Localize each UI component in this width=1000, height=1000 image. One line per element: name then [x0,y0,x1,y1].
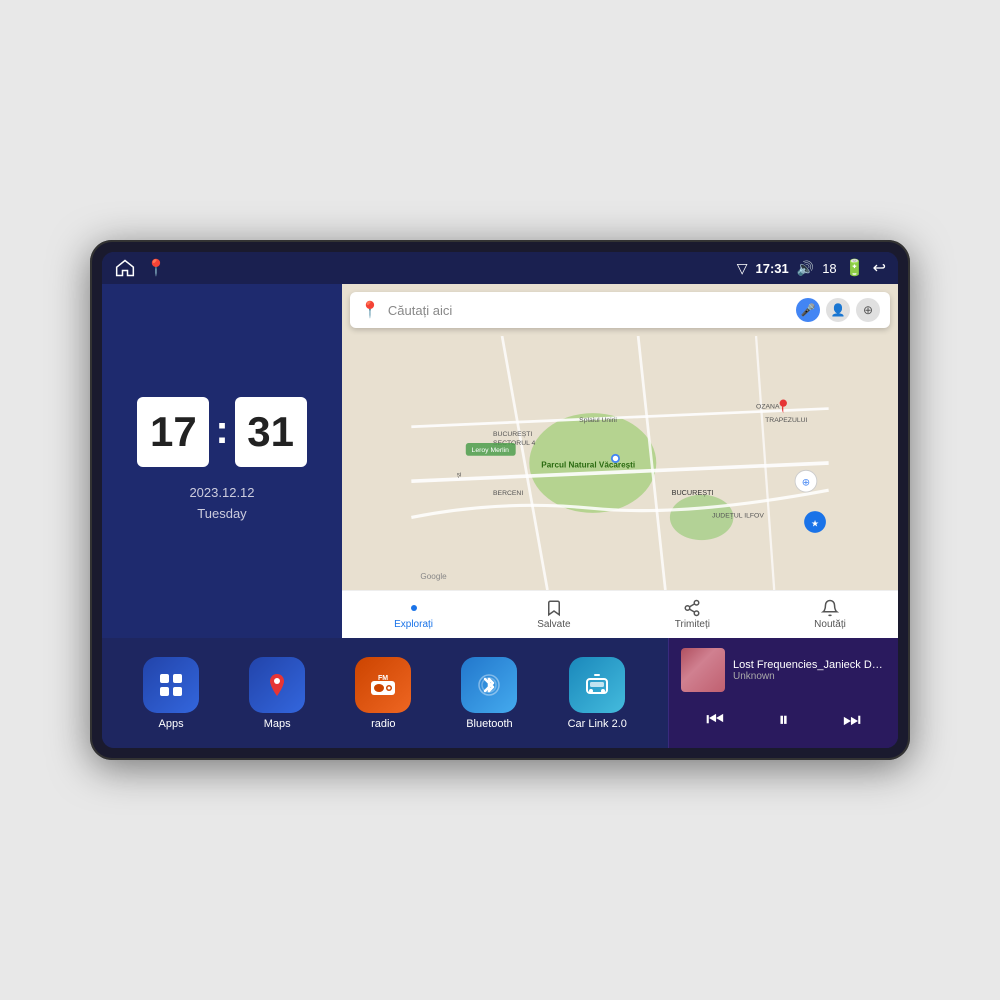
home-icon[interactable] [114,259,136,277]
carlink-icon-bubble [569,657,625,713]
map-nav-saved[interactable]: Salvate [537,599,570,630]
map-nav-share[interactable]: Trimiteți [675,599,710,630]
svg-text:Google: Google [420,572,447,581]
svg-text:JUDEȚUL ILFOV: JUDEȚUL ILFOV [712,512,764,519]
music-artist: Unknown [733,671,886,682]
map-bottom-nav: Explorați Salvate Trimiteți Noutăți [342,590,898,638]
svg-text:BUCUREȘTI: BUCUREȘTI [672,488,714,497]
app-icon-radio[interactable]: FM radio [355,657,411,730]
svg-text:BUCUREȘTI: BUCUREȘTI [493,431,532,438]
music-top: Lost Frequencies_Janieck Devy-... Unknow… [681,648,886,692]
volume-icon: 🔊 [797,260,814,277]
svg-text:TRAPEZULUI: TRAPEZULUI [765,417,807,424]
clock-display: 17 : 31 [137,397,306,467]
app-icon-carlink[interactable]: Car Link 2.0 [568,657,627,730]
bluetooth-label: Bluetooth [466,718,512,730]
bottom-row: Apps Maps [102,638,898,748]
svg-text:FM: FM [378,675,388,682]
map-nav-news[interactable]: Noutăți [814,599,846,630]
music-controls: ⏮ ⏸ ⏭ [681,702,886,738]
gps-icon: ▽ [737,260,748,277]
time-display: 17:31 [756,261,789,276]
carlink-label: Car Link 2.0 [568,718,627,730]
account-icon-btn[interactable]: 👤 [826,298,850,322]
music-info: Lost Frequencies_Janieck Devy-... Unknow… [733,659,886,682]
layers-icon-btn[interactable]: ⊕ [856,298,880,322]
map-search-text[interactable]: Căutați aici [388,303,788,318]
app-icon-apps[interactable]: Apps [143,657,199,730]
battery-icon: 🔋 [845,258,865,278]
maps-icon-bubble [249,657,305,713]
apps-row: Apps Maps [102,638,668,748]
prev-button[interactable]: ⏮ [697,702,733,738]
app-icon-bluetooth[interactable]: Bluetooth [461,657,517,730]
svg-text:OZANA: OZANA [756,404,780,411]
signal-strength: 18 [822,261,836,276]
play-pause-button[interactable]: ⏸ [765,702,801,738]
device-frame: 📍 ▽ 17:31 🔊 18 🔋 ↩ [90,240,910,760]
maps-shortcut-icon[interactable]: 📍 [146,258,166,278]
map-nav-news-label: Noutăți [814,619,846,630]
top-row: 17 : 31 2023.12.12 Tuesday 📍 Căutați aic… [102,284,898,638]
map-nav-saved-label: Salvate [537,619,570,630]
app-icon-maps[interactable]: Maps [249,657,305,730]
status-bar: 📍 ▽ 17:31 🔊 18 🔋 ↩ [102,252,898,284]
clock-panel: 17 : 31 2023.12.12 Tuesday [102,284,342,638]
svg-text:și: și [457,472,462,479]
bluetooth-icon-bubble [461,657,517,713]
svg-text:Splaiul Unirii: Splaiul Unirii [579,417,617,424]
radio-label: radio [371,718,395,730]
device-screen: 📍 ▽ 17:31 🔊 18 🔋 ↩ [102,252,898,748]
back-icon[interactable]: ↩ [873,258,886,278]
clock-colon: : [215,408,228,453]
clock-date: 2023.12.12 Tuesday [189,483,254,525]
map-nav-share-label: Trimiteți [675,619,710,630]
map-search-bar[interactable]: 📍 Căutați aici 🎤 👤 ⊕ [350,292,890,328]
svg-text:Parcul Natural Văcărești: Parcul Natural Văcărești [541,461,635,470]
map-panel: 📍 Căutați aici 🎤 👤 ⊕ [342,284,898,638]
svg-text:★: ★ [811,519,819,529]
radio-icon-bubble: FM [355,657,411,713]
svg-text:BERCENI: BERCENI [493,490,523,497]
map-search-icons: 🎤 👤 ⊕ [796,298,880,322]
music-thumbnail [681,648,725,692]
apps-icon-bubble [143,657,199,713]
map-nav-explore-label: Explorați [394,619,433,630]
map-pin-icon: 📍 [360,300,380,320]
svg-text:Leroy Merlin: Leroy Merlin [472,447,510,454]
map-nav-explore[interactable]: Explorați [394,599,433,630]
clock-minute: 31 [235,397,307,467]
maps-label: Maps [264,718,291,730]
next-button[interactable]: ⏭ [834,702,870,738]
mic-icon-btn[interactable]: 🎤 [796,298,820,322]
music-title: Lost Frequencies_Janieck Devy-... [733,659,886,671]
apps-label: Apps [159,718,184,730]
clock-hour: 17 [137,397,209,467]
main-content: 17 : 31 2023.12.12 Tuesday 📍 Căutați aic… [102,284,898,748]
status-left: 📍 [114,258,166,278]
music-player: Lost Frequencies_Janieck Devy-... Unknow… [668,638,898,748]
svg-text:⊕: ⊕ [802,478,810,489]
status-right: ▽ 17:31 🔊 18 🔋 ↩ [737,258,886,278]
map-area[interactable]: Parcul Natural Văcărești BUCUREȘTI JUDEȚ… [342,336,898,590]
